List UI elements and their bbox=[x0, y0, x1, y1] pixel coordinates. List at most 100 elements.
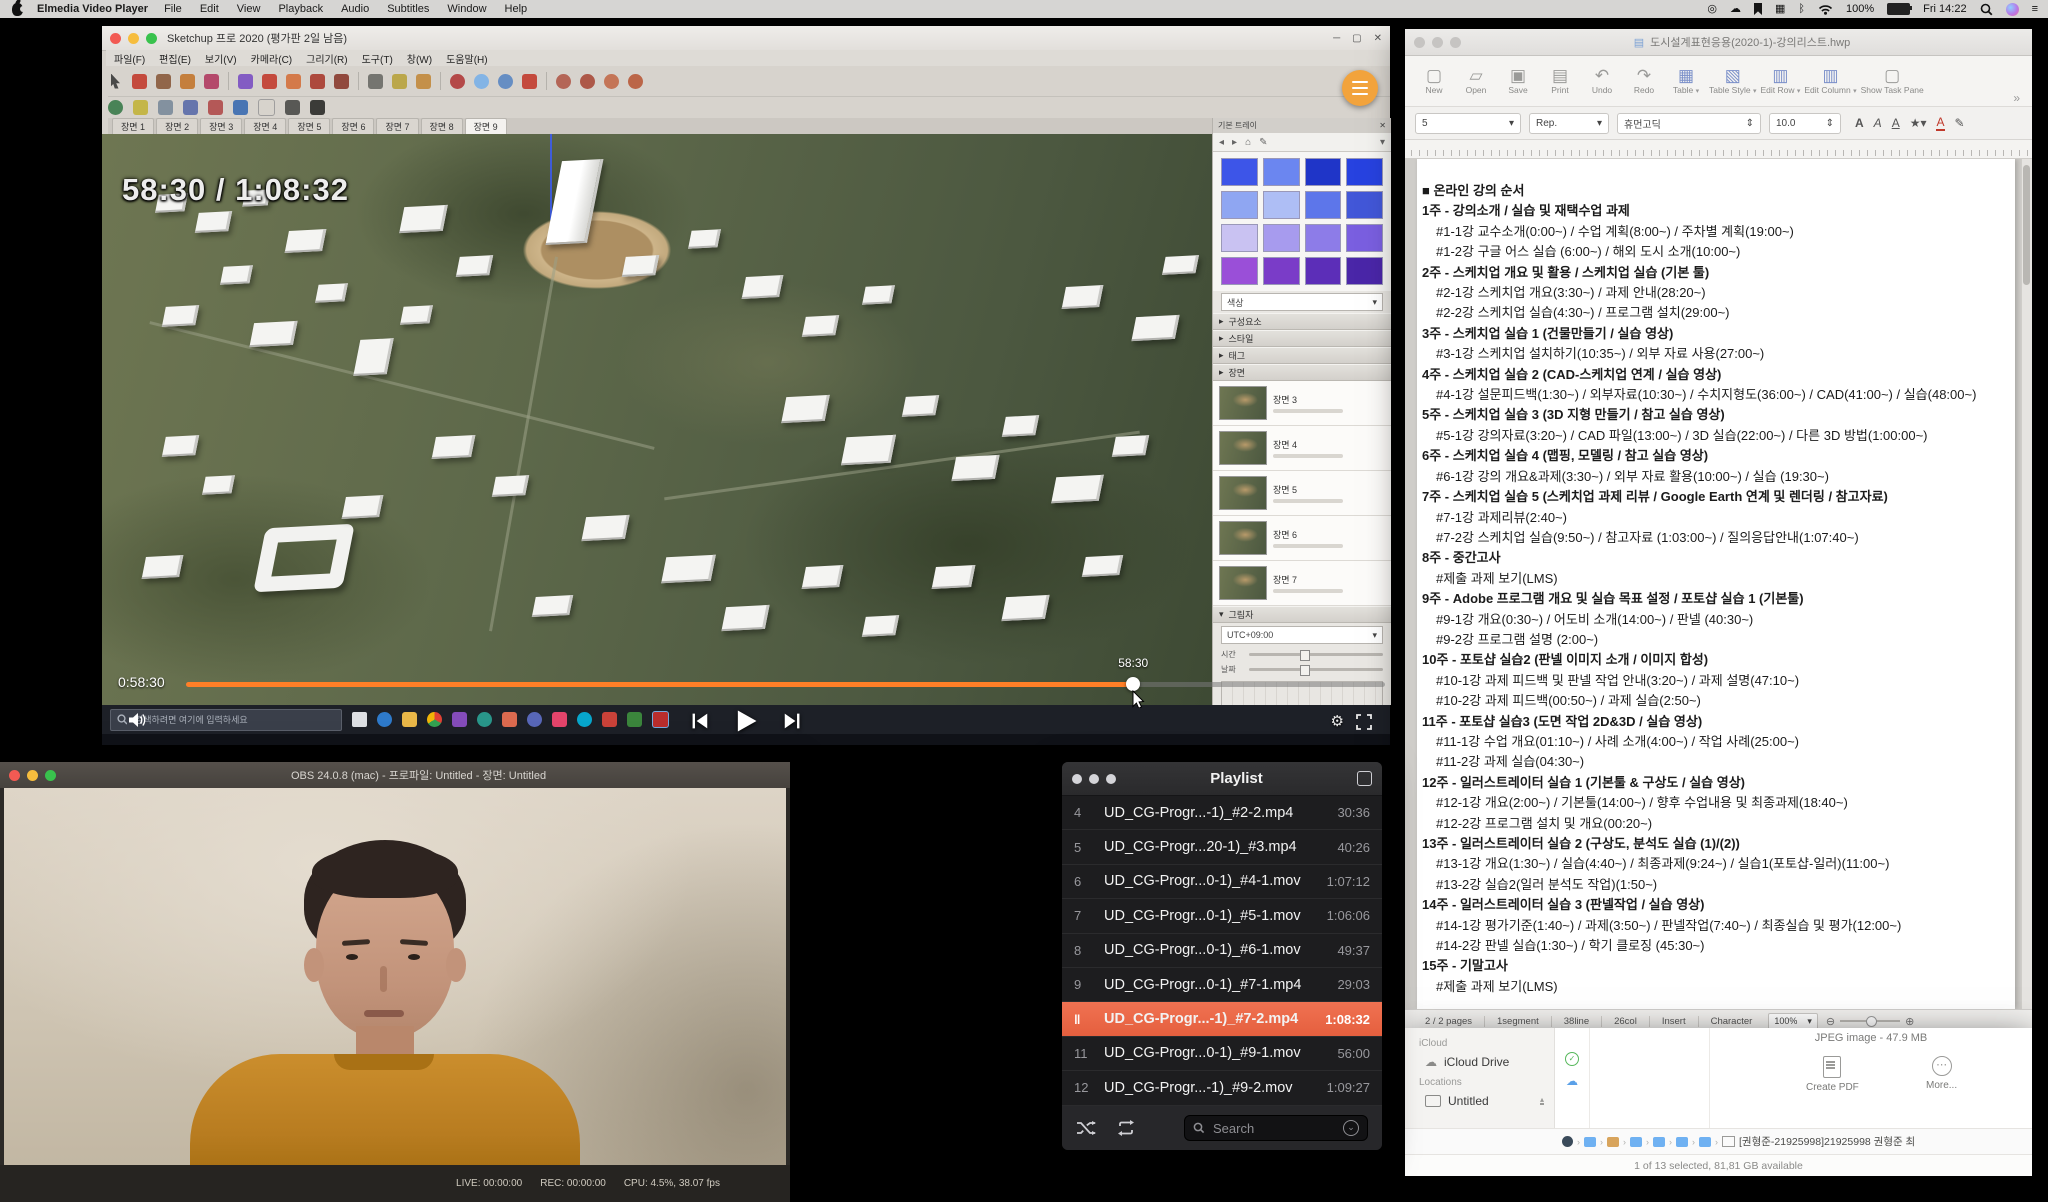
hwp-toolbar-button[interactable]: ↷Redo bbox=[1625, 67, 1663, 95]
shadow-section-header[interactable]: ▾그림자 bbox=[1213, 606, 1391, 623]
sketchup-menu-item[interactable]: 보기(V) bbox=[205, 51, 237, 66]
menu-item[interactable]: Playback bbox=[278, 3, 323, 15]
document-scrollbar[interactable] bbox=[2021, 159, 2032, 1009]
file-explorer-icon[interactable] bbox=[402, 712, 417, 727]
color-swatch[interactable] bbox=[1221, 158, 1258, 186]
zoom-window-button[interactable] bbox=[45, 770, 56, 781]
document-area[interactable]: ■ 온라인 강의 순서1주 - 강의소개 / 실습 및 재택수업 과제#1-1강… bbox=[1405, 159, 2032, 1009]
folder-icon[interactable] bbox=[1607, 1137, 1619, 1147]
hwp-toolbar-button[interactable]: ↶Undo bbox=[1583, 67, 1621, 95]
menu-item[interactable]: Audio bbox=[341, 3, 369, 15]
cloud-download-icon[interactable]: ☁ bbox=[1566, 1076, 1578, 1086]
font-dropdown[interactable]: 휴먼고딕⇕ bbox=[1617, 113, 1761, 134]
app-icon[interactable] bbox=[577, 712, 592, 727]
more-actions-button[interactable]: ⋯More... bbox=[1926, 1056, 1957, 1091]
back-icon[interactable]: ◂ bbox=[1219, 137, 1224, 148]
scene-list-item[interactable]: 장면 3 bbox=[1213, 381, 1391, 426]
footprint-icon[interactable] bbox=[310, 100, 325, 115]
materials-category-dropdown[interactable]: 색상 ▾ bbox=[1221, 293, 1383, 311]
zoom-dropdown[interactable]: 100%▾ bbox=[1768, 1013, 1818, 1030]
look-around-icon[interactable] bbox=[133, 100, 148, 115]
scene-tab[interactable]: 장면 3 bbox=[200, 118, 242, 134]
folder-icon[interactable] bbox=[1584, 1137, 1596, 1147]
offset-tool-icon[interactable] bbox=[334, 74, 349, 89]
keyboard-status-icon[interactable]: ▦ bbox=[1775, 4, 1785, 15]
volume-icon[interactable] bbox=[128, 712, 148, 728]
walk-tool-icon[interactable] bbox=[108, 100, 123, 115]
sketchup-menu-item[interactable]: 카메라(C) bbox=[251, 51, 292, 66]
taskbar-search-input[interactable] bbox=[133, 714, 335, 726]
scene-tab[interactable]: 장면 2 bbox=[156, 118, 198, 134]
scene-list-item[interactable]: 장면 4 bbox=[1213, 426, 1391, 471]
hwp-toolbar-button[interactable]: ▤Print bbox=[1541, 67, 1579, 95]
win-maximize-icon[interactable]: ▢ bbox=[1352, 33, 1361, 44]
zoom-window-button[interactable] bbox=[146, 33, 157, 44]
window-traffic-lights-inactive[interactable] bbox=[1414, 37, 1461, 48]
playlist-row[interactable]: 5UD_CG-Progr...20-1)_#3.mp440:26 bbox=[1062, 830, 1382, 864]
close-window-button[interactable] bbox=[1414, 37, 1425, 48]
task-view-icon[interactable] bbox=[352, 712, 367, 727]
underline-icon[interactable]: A bbox=[1892, 116, 1900, 130]
color-swatch[interactable] bbox=[1221, 191, 1258, 219]
dimension-tool-icon[interactable] bbox=[183, 100, 198, 115]
bluetooth-icon[interactable]: ᛒ bbox=[1798, 4, 1805, 15]
scene-tab[interactable]: 장면 8 bbox=[421, 118, 463, 134]
color-swatch[interactable] bbox=[1221, 257, 1258, 285]
app-icon[interactable] bbox=[502, 712, 517, 727]
app-icon[interactable] bbox=[602, 712, 617, 727]
window-traffic-lights[interactable] bbox=[9, 770, 56, 781]
zoom-window-button[interactable] bbox=[1106, 774, 1116, 784]
slider-handle[interactable] bbox=[1300, 665, 1310, 676]
notification-center-icon[interactable]: ≡ bbox=[2032, 4, 2038, 15]
hwp-toolbar-button[interactable]: ▥Edit Row ▾ bbox=[1760, 67, 1800, 95]
sketchup-taskbar-icon[interactable] bbox=[652, 711, 669, 728]
app-icon[interactable] bbox=[552, 712, 567, 727]
settings-gear-icon[interactable]: ⚙ bbox=[1331, 712, 1344, 730]
zoom-slider-handle[interactable] bbox=[1866, 1016, 1877, 1027]
apple-menu-icon[interactable] bbox=[12, 3, 23, 16]
scene-list-item[interactable]: 장면 5 bbox=[1213, 471, 1391, 516]
arc-tool-icon[interactable] bbox=[180, 74, 195, 89]
move-tool-icon[interactable] bbox=[262, 74, 277, 89]
details-icon[interactable]: ▾ bbox=[1380, 137, 1385, 148]
playlist-row[interactable]: 11UD_CG-Progr...0-1)_#9-1.mov56:00 bbox=[1062, 1037, 1382, 1071]
sketchup-menu-item[interactable]: 도움말(H) bbox=[446, 51, 487, 66]
hwp-toolbar-button[interactable]: ▧Table Style ▾ bbox=[1709, 67, 1756, 95]
app-icon[interactable] bbox=[527, 712, 542, 727]
color-swatch[interactable] bbox=[1263, 158, 1300, 186]
text-tool-icon[interactable] bbox=[392, 74, 407, 89]
search-options-chevron-icon[interactable]: ⌄ bbox=[1343, 1120, 1359, 1136]
select-tool-icon[interactable] bbox=[108, 74, 123, 89]
folder-icon[interactable] bbox=[1630, 1137, 1642, 1147]
progress-bar[interactable]: 58:30 bbox=[186, 682, 1385, 687]
slider-track[interactable] bbox=[1249, 668, 1383, 671]
disk-icon[interactable] bbox=[1562, 1136, 1573, 1147]
style-dropdown[interactable]: 5▾ bbox=[1415, 113, 1521, 134]
eraser-tool-icon[interactable] bbox=[132, 74, 147, 89]
slider-track[interactable] bbox=[1249, 653, 1383, 656]
sample-paint-icon[interactable]: ✎ bbox=[1259, 137, 1267, 148]
minimize-window-button[interactable] bbox=[1432, 37, 1443, 48]
play-icon[interactable] bbox=[732, 707, 760, 735]
path-current-item[interactable]: [권형준-21925998]21925998 권형준 최 bbox=[1739, 1134, 1915, 1149]
sketchup-menu-item[interactable]: 편집(E) bbox=[159, 51, 191, 66]
playlist-row[interactable]: 6UD_CG-Progr...0-1)_#4-1.mov1:07:12 bbox=[1062, 865, 1382, 899]
playlist-search-input[interactable] bbox=[1211, 1120, 1325, 1137]
repeat-icon[interactable] bbox=[1116, 1120, 1136, 1136]
style-wireframe-icon[interactable] bbox=[556, 74, 571, 89]
app-icon[interactable] bbox=[452, 712, 467, 727]
tray-section-header[interactable]: ▸장면 bbox=[1213, 364, 1391, 381]
elmedia-menu-button[interactable] bbox=[1342, 70, 1378, 106]
rep-dropdown[interactable]: Rep.▾ bbox=[1529, 113, 1609, 134]
scene-list-item[interactable]: 장면 7 bbox=[1213, 561, 1391, 606]
protractor-icon[interactable] bbox=[258, 99, 275, 116]
axes-tool-icon[interactable] bbox=[208, 100, 223, 115]
bookmark-status-icon[interactable] bbox=[1754, 3, 1762, 15]
menu-item[interactable]: Window bbox=[447, 3, 486, 15]
slider-handle[interactable] bbox=[1300, 650, 1310, 661]
scene-tab[interactable]: 장면 6 bbox=[332, 118, 374, 134]
obs-webcam-preview[interactable] bbox=[4, 788, 786, 1165]
folder-icon[interactable] bbox=[1676, 1137, 1688, 1147]
sketchup-menu-item[interactable]: 창(W) bbox=[407, 51, 432, 66]
hwp-toolbar-button[interactable]: ▢Show Task Pane bbox=[1861, 67, 1924, 95]
